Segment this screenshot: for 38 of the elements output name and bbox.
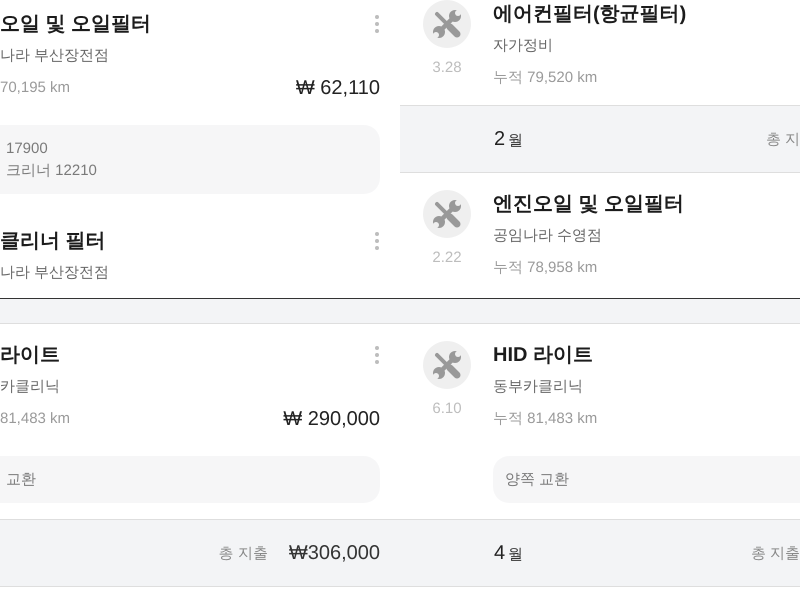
record-title: 클리너 필터 — [0, 229, 106, 254]
record-date: 2.22 — [432, 248, 462, 268]
total-label: 총 지출 — [218, 544, 268, 562]
memo-text: 17900 — [6, 139, 48, 159]
more-icon[interactable] — [374, 231, 380, 251]
price-text: ₩ 290,000 — [283, 408, 380, 430]
shop-name: 나라 부산장전점 — [0, 46, 110, 66]
month-label: 4 월 — [494, 542, 524, 564]
total-label: 총 지 — [766, 130, 800, 148]
shop-name: 공임나라 수영점 — [493, 226, 602, 246]
record-date: 6.10 — [432, 399, 462, 419]
more-icon[interactable] — [374, 14, 380, 34]
shop-name: 나라 부산장전점 — [0, 263, 110, 283]
record-title: HID 라이트 — [493, 343, 593, 368]
memo-text: 크리너 12210 — [6, 161, 97, 181]
record-title: 라이트 — [0, 343, 60, 368]
record-title: 오일 및 오일필터 — [0, 12, 152, 37]
mileage-text: 누적 81,483 km — [493, 409, 598, 429]
shop-name: 동부카클리닉 — [493, 377, 583, 397]
tools-icon — [423, 341, 471, 389]
total-label: 총 지출 — [750, 544, 800, 562]
memo-text: 교환 — [6, 470, 36, 490]
record-title: 엔진오일 및 오일필터 — [493, 192, 684, 217]
more-icon[interactable] — [374, 345, 380, 365]
price-text: ₩ 62,110 — [296, 77, 380, 99]
mileage-text: 70,195 km — [0, 78, 70, 98]
shop-name: 카클리닉 — [0, 377, 60, 397]
mileage-text: 누적 78,958 km — [493, 258, 598, 278]
total-amount: ₩306,000 — [288, 542, 380, 564]
tools-icon — [423, 0, 471, 48]
mileage-text: 81,483 km — [0, 409, 70, 429]
tools-icon — [423, 190, 471, 238]
record-date: 3.28 — [432, 58, 462, 78]
record-title: 에어컨필터(항균필터) — [493, 2, 686, 27]
mileage-text: 누적 79,520 km — [493, 68, 598, 88]
memo-text: 양쪽 교환 — [505, 470, 570, 490]
shop-name: 자가정비 — [493, 36, 553, 56]
month-label: 2 월 — [494, 128, 524, 150]
